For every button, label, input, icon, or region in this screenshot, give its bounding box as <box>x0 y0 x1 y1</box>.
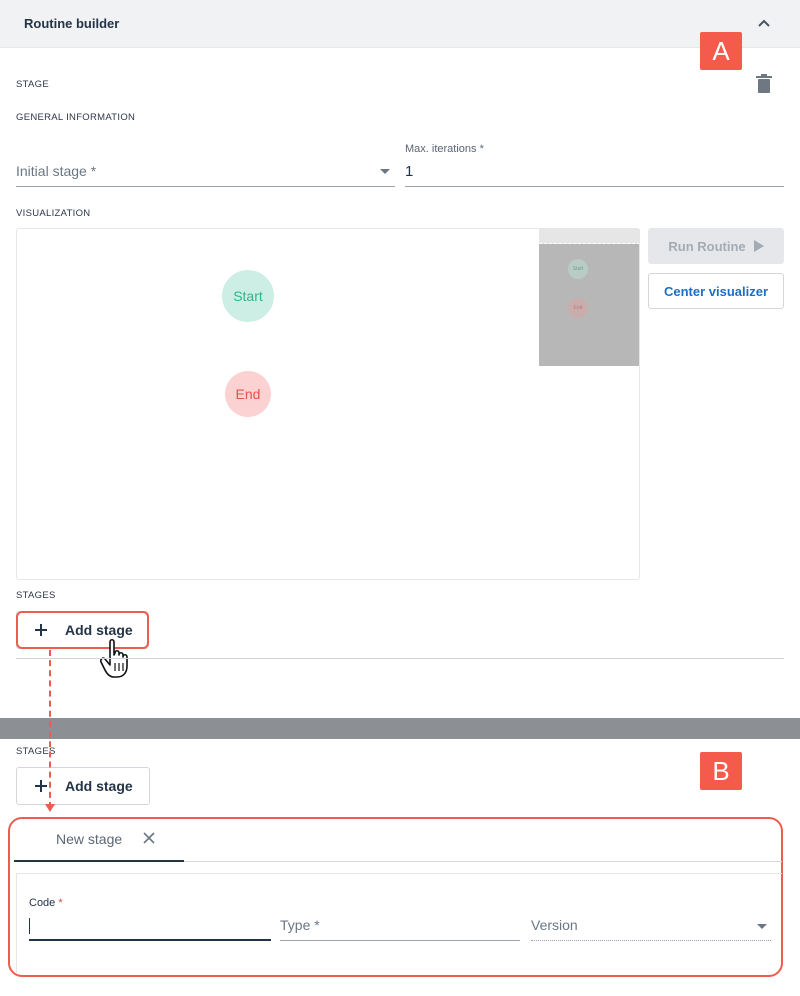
max-iterations-underline <box>405 186 784 187</box>
visualization-label: VISUALIZATION <box>16 208 91 219</box>
initial-stage-underline <box>16 186 395 187</box>
center-visualizer-button[interactable]: Center visualizer <box>648 273 784 309</box>
play-icon <box>753 240 764 252</box>
chevron-down-icon <box>380 169 390 174</box>
code-label-text: Code <box>29 897 56 909</box>
stages-label-top: STAGES <box>16 590 56 601</box>
code-field[interactable]: Code * <box>29 896 271 942</box>
add-stage-label-bottom: Add stage <box>65 778 133 794</box>
minimap-viewport <box>539 229 639 244</box>
close-icon[interactable] <box>142 831 156 845</box>
code-required-mark: * <box>58 897 63 909</box>
trash-icon[interactable] <box>755 74 773 94</box>
type-underline <box>280 940 520 941</box>
type-placeholder: Type * <box>280 917 320 933</box>
plus-icon <box>35 780 47 792</box>
stage-section-label: STAGE <box>16 79 49 90</box>
chevron-down-icon <box>757 924 767 929</box>
annotation-badge-a: A <box>700 32 742 70</box>
minimap-start-node: Start <box>568 259 588 279</box>
routine-builder-header[interactable]: Routine builder <box>0 0 800 48</box>
annotation-badge-b: B <box>700 752 742 790</box>
tab-new-stage-label: New stage <box>56 831 123 847</box>
version-placeholder: Version <box>531 917 578 933</box>
section-divider <box>16 658 784 659</box>
new-stage-form: Code * Type * Version <box>16 873 782 973</box>
run-routine-label: Run Routine <box>668 238 746 254</box>
code-label: Code * <box>29 897 63 909</box>
text-caret <box>29 918 30 934</box>
arrow-down-icon <box>45 804 55 812</box>
chevron-up-icon[interactable] <box>754 13 774 33</box>
version-select[interactable]: Version <box>531 896 771 942</box>
annotation-connector <box>49 650 51 808</box>
minimap-end-node: End <box>568 298 588 318</box>
hand-cursor-icon <box>100 638 128 678</box>
stage-tabs: New stage <box>14 818 782 862</box>
max-iterations-value[interactable]: 1 <box>405 163 413 180</box>
code-underline-active <box>29 939 271 941</box>
visualizer-canvas[interactable]: Start End Start End <box>16 228 640 580</box>
add-stage-button-bottom[interactable]: Add stage <box>16 767 150 805</box>
visualizer-minimap[interactable]: Start End <box>539 229 639 366</box>
version-underline-disabled <box>531 940 771 941</box>
start-node[interactable]: Start <box>222 270 274 322</box>
max-iterations-label: Max. iterations * <box>405 143 484 155</box>
general-info-label: GENERAL INFORMATION <box>16 112 136 123</box>
screenshot-separator <box>0 718 800 739</box>
type-field[interactable]: Type * <box>280 896 520 942</box>
header-title: Routine builder <box>24 16 120 31</box>
initial-stage-placeholder: Initial stage * <box>16 163 97 179</box>
initial-stage-select[interactable]: Initial stage * <box>16 150 395 188</box>
run-routine-button[interactable]: Run Routine <box>648 228 784 264</box>
tab-new-stage[interactable]: New stage <box>14 818 184 862</box>
end-node[interactable]: End <box>225 371 271 417</box>
max-iterations-field[interactable]: Max. iterations * 1 <box>405 142 784 188</box>
